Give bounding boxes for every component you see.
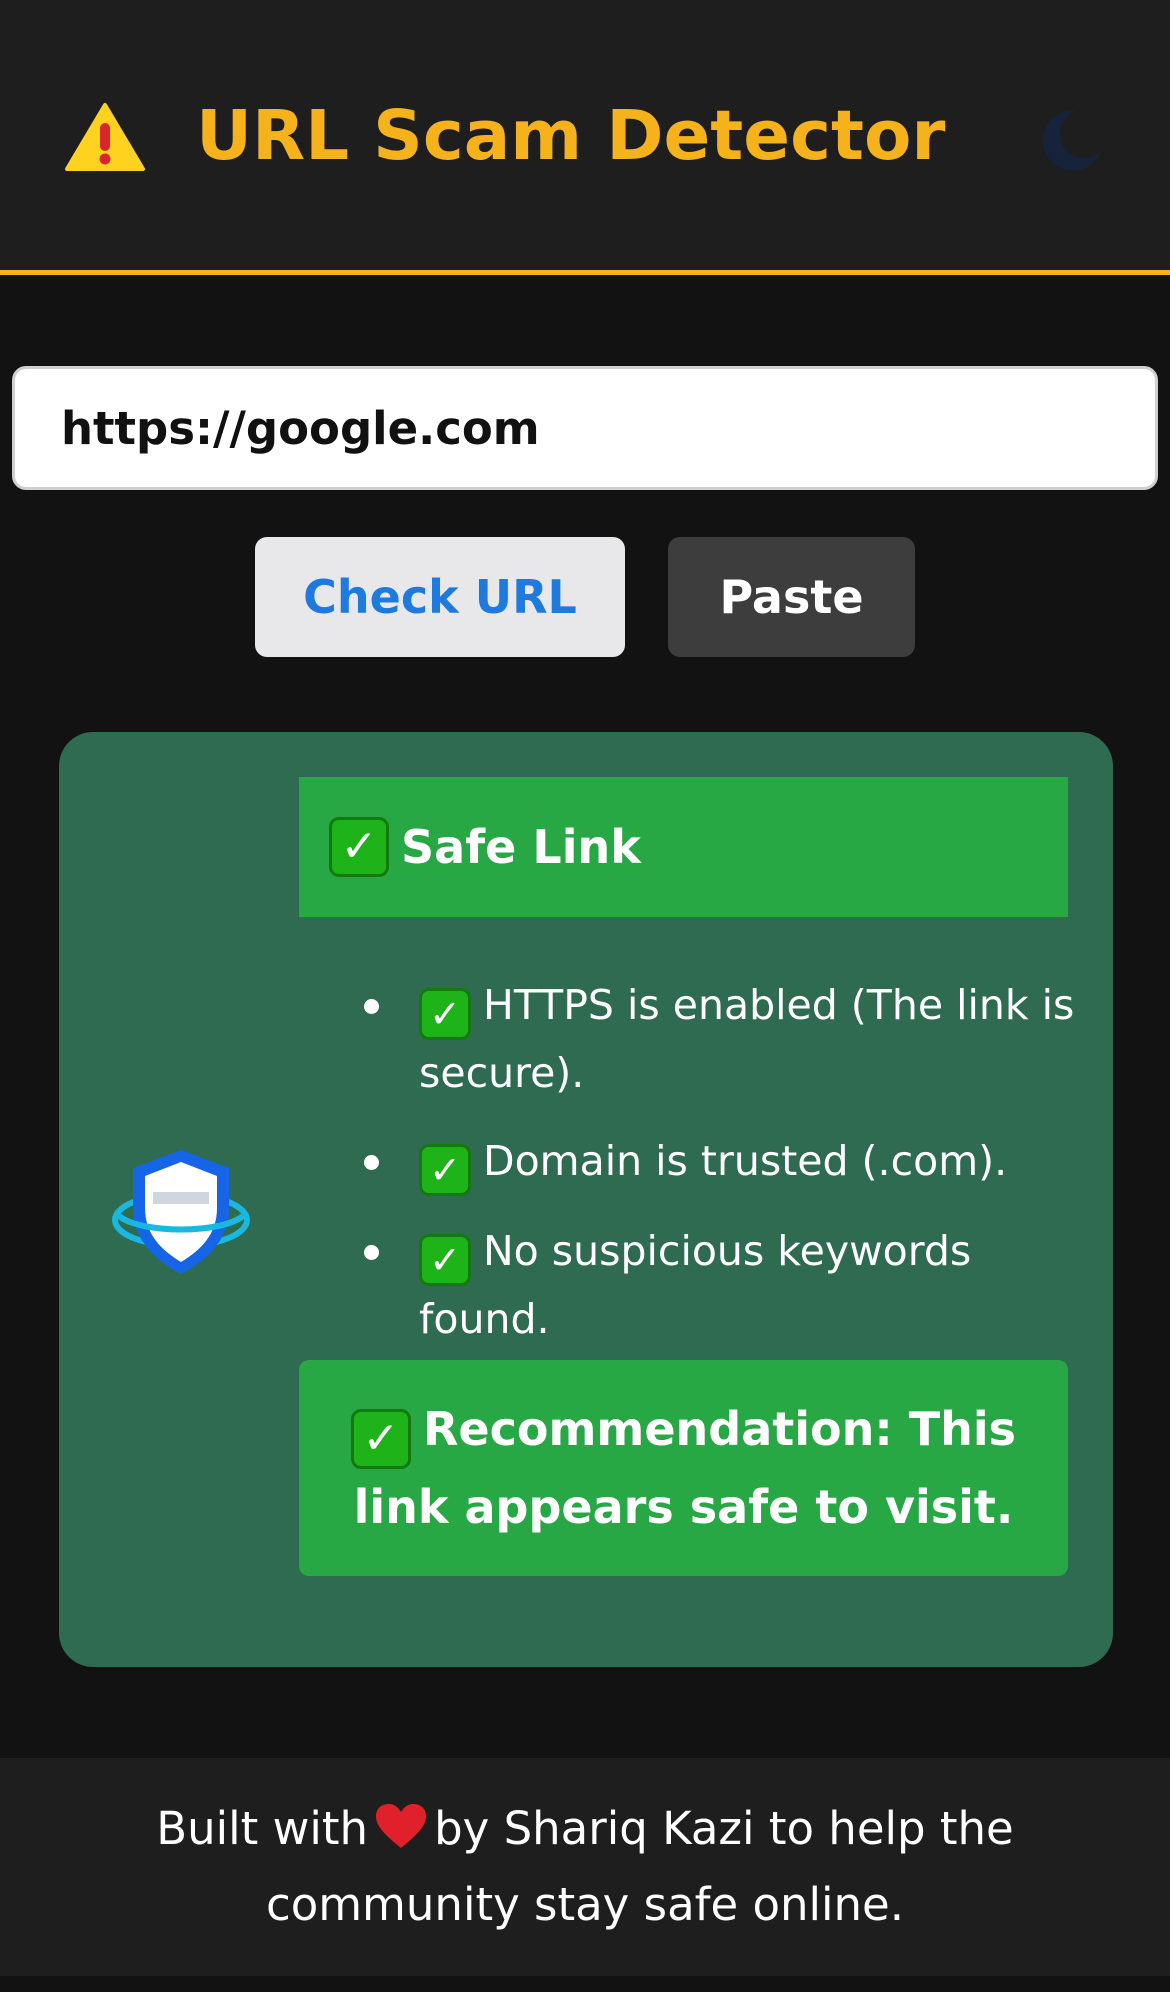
shield-icon xyxy=(112,1150,250,1274)
app-header: URL Scam Detector xyxy=(0,0,1170,275)
moon-icon[interactable] xyxy=(1035,105,1105,175)
check-mark-icon: ✓ xyxy=(419,988,471,1040)
reasons-list: ✓ HTTPS is enabled (The link is secure). … xyxy=(299,972,1079,1374)
footer: Built with by Shariq Kazi to help the com… xyxy=(0,1758,1170,1976)
check-mark-icon: ✓ xyxy=(419,1234,471,1286)
result-card: ✓ Safe Link ✓ HTTPS is enabled (The link … xyxy=(59,732,1113,1667)
verdict-banner: ✓ Safe Link xyxy=(299,777,1068,917)
recommendation-box: ✓ Recommendation: This link appears safe … xyxy=(299,1360,1068,1576)
reason-text: No suspicious keywords found. xyxy=(419,1227,972,1343)
warning-triangle-icon xyxy=(65,103,145,171)
url-input[interactable] xyxy=(12,366,1158,490)
paste-button[interactable]: Paste xyxy=(668,537,915,657)
app-title: URL Scam Detector xyxy=(196,96,946,176)
list-item: ✓ HTTPS is enabled (The link is secure). xyxy=(299,972,1079,1106)
heart-icon xyxy=(376,1804,427,1848)
list-item: ✓ Domain is trusted (.com). xyxy=(299,1128,1079,1196)
footer-text-before: Built with xyxy=(156,1802,369,1855)
reason-text: HTTPS is enabled (The link is secure). xyxy=(419,981,1075,1097)
check-mark-icon: ✓ xyxy=(350,1409,411,1469)
recommendation-text: Recommendation: This link appears safe t… xyxy=(353,1402,1017,1534)
verdict-label: Safe Link xyxy=(401,820,641,874)
check-mark-icon: ✓ xyxy=(419,1144,471,1196)
list-item: ✓ No suspicious keywords found. xyxy=(299,1218,1079,1352)
reason-text: Domain is trusted (.com). xyxy=(483,1137,1008,1185)
check-mark-icon: ✓ xyxy=(329,817,389,877)
check-url-button[interactable]: Check URL xyxy=(255,537,625,657)
